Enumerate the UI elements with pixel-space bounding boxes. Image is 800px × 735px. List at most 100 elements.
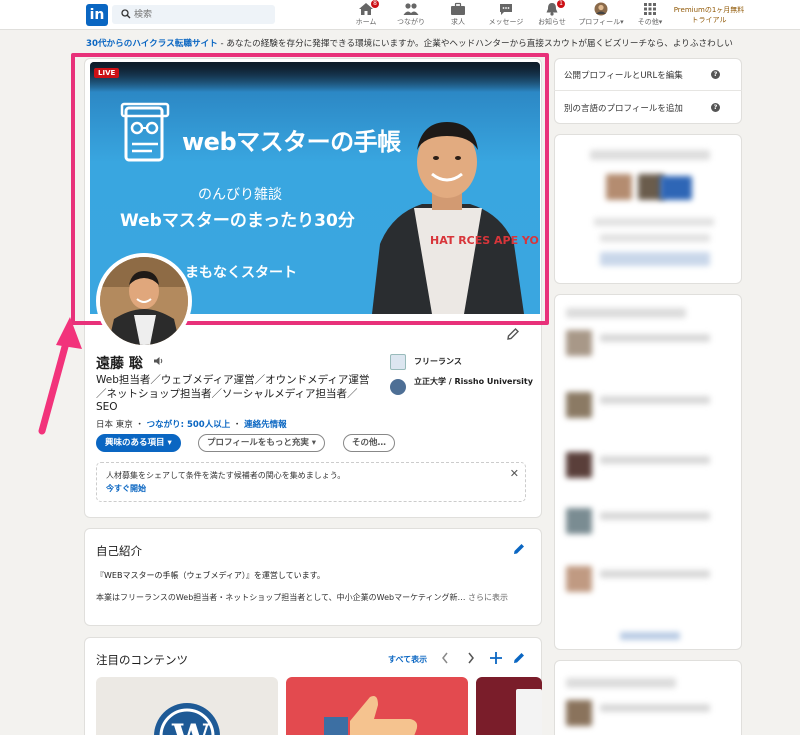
nav-notifications-label: お知らせ: [538, 18, 566, 26]
edit-about-icon[interactable]: [512, 542, 526, 556]
about-line-1: 『WEBマスターの手帳（ウェブメディア）』を運営しています。: [96, 571, 325, 580]
about-line-2: 本業はフリーランスのWeb担当者・ネットショップ担当者として、中小企業のWebマ…: [96, 592, 508, 603]
premium-trial-link[interactable]: Premiumの1ヶ月無料 トライアル: [670, 5, 748, 25]
search-icon: [121, 9, 131, 19]
briefcase-icon: [450, 2, 466, 16]
promo-text: - あなたの経験を存分に発揮できる環境にいますか。企業やヘッドハンターから直接ス…: [217, 39, 733, 49]
blurred-text: [600, 512, 710, 520]
edit-public-profile-link[interactable]: 公開プロフィールとURLを編集: [564, 69, 683, 81]
thumbs-up-icon: [324, 696, 418, 735]
profile-headline: Web担当者／ウェブメディア運営／オウンドメディア運営／ネットショップ担当者／ソ…: [96, 374, 370, 413]
search-input[interactable]: [134, 5, 269, 24]
edit-intro-icon[interactable]: [506, 327, 520, 341]
add-language-profile-link[interactable]: 別の言語のプロフィールを追加: [564, 102, 683, 114]
profile-avatar-icon: [593, 2, 609, 16]
hiring-prompt: 人材募集をシェアして条件を満たす候補者の関心を集めましょう。 今すぐ開始 ✕: [96, 462, 526, 502]
nav-notifications[interactable]: 1 お知らせ: [536, 0, 568, 27]
company-logo-icon: [390, 354, 406, 370]
about-title: 自己紹介: [96, 544, 142, 558]
premium-line-2: トライアル: [691, 16, 727, 24]
hiring-start-link[interactable]: 今すぐ開始: [106, 483, 146, 494]
wordpress-logo-icon: W: [154, 703, 220, 735]
pronunciation-speaker-icon[interactable]: [153, 356, 164, 366]
blurred-avatar: [566, 700, 592, 726]
nav-home[interactable]: 8 ホーム: [352, 0, 380, 27]
blurred-link: [620, 632, 680, 640]
nav-more-label: その他▾: [637, 18, 663, 26]
divider: [554, 90, 742, 91]
close-icon[interactable]: ✕: [510, 467, 519, 480]
hiring-text: 人材募集をシェアして条件を満たす候補者の関心を集めましょう。: [106, 471, 346, 480]
edit-featured-icon[interactable]: [512, 651, 526, 665]
nav-profile-label: プロフィール▾: [578, 18, 624, 26]
school-logo-icon: [390, 379, 406, 395]
blurred-avatar: [566, 508, 592, 534]
nav-jobs[interactable]: 求人: [448, 2, 468, 27]
more-button[interactable]: その他…: [343, 434, 396, 452]
profile-settings-card: [554, 58, 742, 124]
school-name: 立正大学 / Rissho University: [414, 377, 533, 386]
show-all-link[interactable]: すべて表示: [388, 654, 427, 665]
featured-screenshot: [516, 689, 542, 735]
blurred-text: [600, 334, 710, 342]
annotation-arrow-icon: [38, 317, 82, 435]
connections-link[interactable]: つながり: 500人以上: [147, 420, 231, 430]
profile-photo[interactable]: [96, 253, 192, 349]
nav-more[interactable]: その他▾: [634, 2, 666, 27]
featured-item-wordpress[interactable]: W: [96, 677, 278, 735]
help-icon[interactable]: ?: [711, 70, 720, 79]
notifications-badge: 1: [557, 0, 565, 8]
location-line: 日本 東京 ・ つながり: 500人以上 ・ 連絡先情報: [96, 420, 287, 430]
blurred-text: [566, 678, 676, 688]
blurred-avatar: [566, 330, 592, 356]
company-name: フリーランス: [414, 357, 462, 366]
about-line-2-text: 本業はフリーランスのWeb担当者・ネットショップ担当者として、中小企業のWebマ…: [96, 593, 466, 602]
avatar-image: [100, 257, 188, 345]
blurred-avatar: [660, 176, 692, 200]
location: 日本 東京: [96, 420, 133, 430]
nav-network[interactable]: つながり: [394, 2, 428, 27]
add-icon[interactable]: [489, 651, 503, 665]
svg-text:W: W: [171, 717, 211, 735]
blurred-button: [600, 252, 710, 266]
nav-home-label: ホーム: [355, 18, 377, 26]
featured-item-thumbsup[interactable]: [286, 677, 468, 735]
blurred-text: [600, 570, 710, 578]
featured-item-third[interactable]: [476, 677, 542, 735]
people-icon: [403, 2, 419, 16]
message-icon: [498, 2, 514, 16]
top-nav: in 8 ホーム つながり 求人 メッセージ 1 お知らせ プロフィール▾ その…: [0, 0, 800, 30]
blurred-text: [590, 150, 710, 160]
blurred-avatar: [606, 174, 632, 200]
linkedin-logo[interactable]: in: [86, 4, 108, 26]
help-icon[interactable]: ?: [711, 103, 720, 112]
promo-banner[interactable]: 30代からのハイクラス転職サイト - あなたの経験を存分に発揮できる環境にいます…: [86, 37, 746, 49]
chevron-left-icon[interactable]: [440, 651, 450, 665]
chevron-right-icon[interactable]: [466, 651, 476, 665]
nav-profile[interactable]: プロフィール▾: [576, 2, 626, 27]
show-more-link[interactable]: さらに表示: [468, 593, 508, 602]
blurred-text: [600, 234, 710, 242]
blurred-text: [600, 456, 710, 464]
blurred-avatar: [566, 392, 592, 418]
featured-title: 注目のコンテンツ: [96, 653, 188, 667]
bell-icon: 1: [544, 0, 565, 16]
search-bar[interactable]: [112, 5, 275, 24]
blurred-avatar: [566, 566, 592, 592]
home-badge: 8: [371, 0, 379, 8]
nav-jobs-label: 求人: [451, 18, 465, 26]
premium-line-1: Premiumの1ヶ月無料: [673, 6, 745, 14]
enhance-profile-button[interactable]: プロフィールをもっと充実 ▾: [198, 434, 326, 452]
contact-info-link[interactable]: 連絡先情報: [244, 420, 287, 430]
nav-messaging-label: メッセージ: [488, 18, 524, 26]
blurred-text: [600, 396, 710, 404]
profile-name: 遠藤 聡: [96, 356, 143, 372]
nav-messaging[interactable]: メッセージ: [486, 2, 526, 27]
grid-icon: [642, 2, 658, 16]
nav-network-label: つながり: [397, 18, 425, 26]
blurred-text: [594, 218, 714, 226]
blurred-text: [600, 704, 710, 712]
blurred-avatar: [566, 452, 592, 478]
blurred-text: [566, 308, 686, 318]
open-to-button[interactable]: 興味のある項目 ▾: [96, 434, 181, 452]
